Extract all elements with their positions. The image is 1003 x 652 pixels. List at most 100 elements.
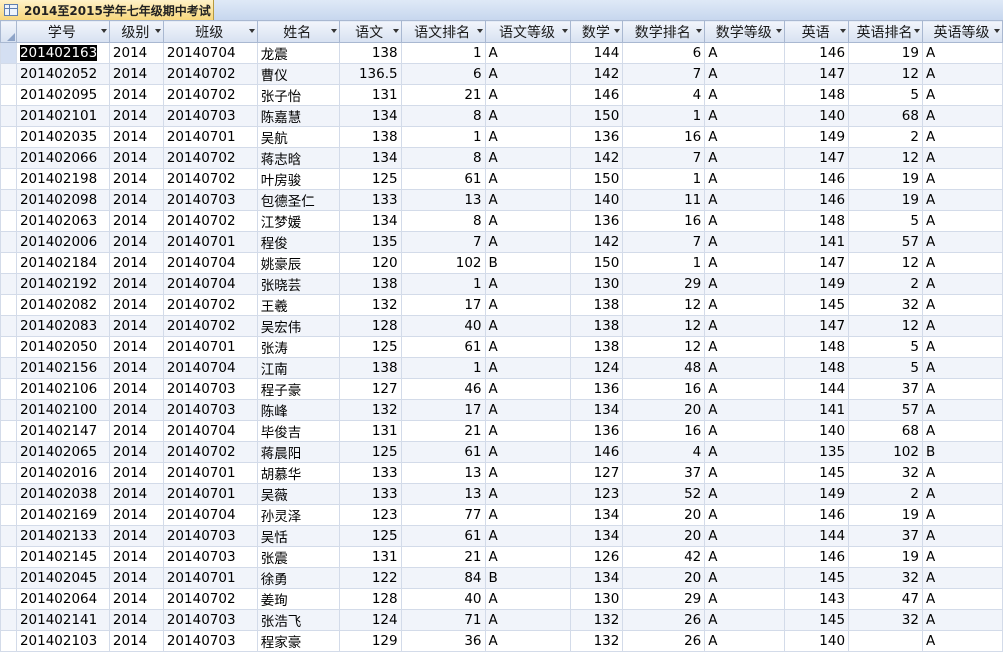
cell-name[interactable]: 吴宏伟	[256, 315, 340, 337]
cell-chn_rank[interactable]: 1	[400, 126, 486, 148]
cell-chn_rank[interactable]: 102	[400, 252, 486, 274]
cell-name[interactable]: 陈峰	[256, 399, 340, 421]
cell-id[interactable]: 201402050	[15, 336, 110, 358]
cell-math[interactable]: 150	[570, 168, 624, 190]
cell-cls[interactable]: 20140702	[162, 84, 258, 106]
cell-chn[interactable]: 128	[338, 315, 402, 337]
cell-math[interactable]: 134	[570, 399, 624, 421]
table-row[interactable]: 201402184 2014 20140704 姚豪辰 120 102 B 150 1 A 147 1…	[0, 252, 1003, 274]
row-selector[interactable]	[0, 168, 17, 190]
cell-eng_rank[interactable]: 12	[848, 63, 923, 85]
cell-eng_lvl[interactable]: A	[921, 462, 1003, 484]
cell-name[interactable]: 张晓芸	[256, 273, 340, 295]
row-selector[interactable]	[0, 462, 17, 484]
table-row[interactable]: 201402169 2014 20140704 孙灵泽 123 77 A 134 20 A 146 1…	[0, 504, 1003, 526]
cell-eng[interactable]: 147	[784, 315, 850, 337]
cell-math_lvl[interactable]: A	[704, 189, 786, 211]
cell-eng_rank[interactable]: 32	[848, 609, 923, 631]
cell-id[interactable]: 201402192	[15, 273, 110, 295]
cell-grade[interactable]: 2014	[108, 126, 164, 148]
cell-grade[interactable]: 2014	[108, 315, 164, 337]
cell-eng[interactable]: 146	[784, 546, 850, 568]
cell-eng[interactable]: 144	[784, 378, 850, 400]
cell-chn_rank[interactable]: 1	[400, 42, 486, 64]
cell-math_lvl[interactable]: A	[704, 63, 786, 85]
cell-eng_lvl[interactable]: A	[921, 273, 1003, 295]
cell-chn_rank[interactable]: 8	[400, 147, 486, 169]
cell-id[interactable]: 201402156	[15, 357, 110, 379]
cell-math[interactable]: 140	[570, 189, 624, 211]
cell-eng[interactable]: 149	[784, 483, 850, 505]
table-tab[interactable]: 2014至2015学年七年级期中考试	[0, 0, 214, 20]
cell-id[interactable]: 201402098	[15, 189, 110, 211]
cell-grade[interactable]: 2014	[108, 378, 164, 400]
cell-eng_rank[interactable]: 32	[848, 294, 923, 316]
dropdown-arrow-icon[interactable]	[248, 29, 255, 33]
cell-chn_lvl[interactable]: A	[484, 315, 572, 337]
cell-grade[interactable]: 2014	[108, 357, 164, 379]
cell-cls[interactable]: 20140701	[162, 462, 258, 484]
table-row[interactable]: 201402098 2014 20140703 包德圣仁 133 13 A 140 11 A 146…	[0, 189, 1003, 211]
cell-chn[interactable]: 125	[338, 525, 402, 547]
cell-math_rank[interactable]: 6	[622, 42, 706, 64]
row-selector[interactable]	[0, 252, 17, 274]
cell-math_rank[interactable]: 52	[622, 483, 706, 505]
cell-math_rank[interactable]: 20	[622, 567, 706, 589]
cell-eng_rank[interactable]: 12	[848, 147, 923, 169]
cell-eng[interactable]: 147	[784, 147, 850, 169]
cell-id[interactable]: 201402103	[15, 630, 110, 652]
cell-chn_lvl[interactable]: A	[484, 399, 572, 421]
cell-cls[interactable]: 20140702	[162, 441, 258, 463]
cell-grade[interactable]: 2014	[108, 210, 164, 232]
cell-name[interactable]: 江梦媛	[256, 210, 340, 232]
cell-grade[interactable]: 2014	[108, 630, 164, 652]
table-row[interactable]: 201402141 2014 20140703 张浩飞 124 71 A 132 26 A 145 3…	[0, 609, 1003, 631]
column-header-math[interactable]: 数学	[570, 20, 624, 43]
cell-chn_rank[interactable]: 21	[400, 420, 486, 442]
cell-math_lvl[interactable]: A	[704, 273, 786, 295]
cell-eng_lvl[interactable]: A	[921, 231, 1003, 253]
cell-cls[interactable]: 20140701	[162, 126, 258, 148]
cell-math[interactable]: 136	[570, 420, 624, 442]
cell-chn_lvl[interactable]: A	[484, 189, 572, 211]
cell-eng_lvl[interactable]: A	[921, 609, 1003, 631]
cell-chn[interactable]: 122	[338, 567, 402, 589]
cell-chn[interactable]: 123	[338, 504, 402, 526]
cell-chn[interactable]: 134	[338, 105, 402, 127]
cell-grade[interactable]: 2014	[108, 147, 164, 169]
cell-eng_lvl[interactable]: A	[921, 399, 1003, 421]
cell-eng_rank[interactable]: 32	[848, 567, 923, 589]
cell-grade[interactable]: 2014	[108, 462, 164, 484]
cell-math_rank[interactable]: 16	[622, 126, 706, 148]
cell-chn[interactable]: 138	[338, 42, 402, 64]
cell-math_rank[interactable]: 4	[622, 441, 706, 463]
cell-math_rank[interactable]: 26	[622, 609, 706, 631]
cell-eng[interactable]: 141	[784, 231, 850, 253]
cell-chn_rank[interactable]: 21	[400, 84, 486, 106]
dropdown-arrow-icon[interactable]	[913, 29, 920, 33]
table-row[interactable]: 201402101 2014 20140703 陈嘉慧 134 8 A 150 1 A 140 68 A	[0, 105, 1003, 127]
cell-math_lvl[interactable]: A	[704, 252, 786, 274]
cell-eng_rank[interactable]: 2	[848, 483, 923, 505]
cell-chn[interactable]: 138	[338, 357, 402, 379]
row-selector[interactable]	[0, 630, 17, 652]
cell-eng[interactable]: 140	[784, 630, 850, 652]
cell-name[interactable]: 蒋晨阳	[256, 441, 340, 463]
cell-name[interactable]: 张浩飞	[256, 609, 340, 631]
cell-math[interactable]: 144	[570, 42, 624, 64]
cell-chn_rank[interactable]: 17	[400, 294, 486, 316]
dropdown-arrow-icon[interactable]	[154, 29, 161, 33]
cell-chn_lvl[interactable]: A	[484, 336, 572, 358]
cell-eng_rank[interactable]: 5	[848, 84, 923, 106]
cell-grade[interactable]: 2014	[108, 189, 164, 211]
cell-eng_lvl[interactable]: A	[921, 378, 1003, 400]
table-row[interactable]: 201402133 2014 20140703 吴恬 125 61 A 134 20 A 144 37…	[0, 525, 1003, 547]
cell-chn_rank[interactable]: 61	[400, 168, 486, 190]
cell-eng_rank[interactable]: 37	[848, 525, 923, 547]
cell-math[interactable]: 130	[570, 273, 624, 295]
cell-name[interactable]: 姚豪辰	[256, 252, 340, 274]
cell-math[interactable]: 150	[570, 252, 624, 274]
cell-id[interactable]: 201402147	[15, 420, 110, 442]
table-row[interactable]: 201402106 2014 20140703 程子豪 127 46 A 136 16 A 144 3…	[0, 378, 1003, 400]
cell-chn_rank[interactable]: 7	[400, 231, 486, 253]
